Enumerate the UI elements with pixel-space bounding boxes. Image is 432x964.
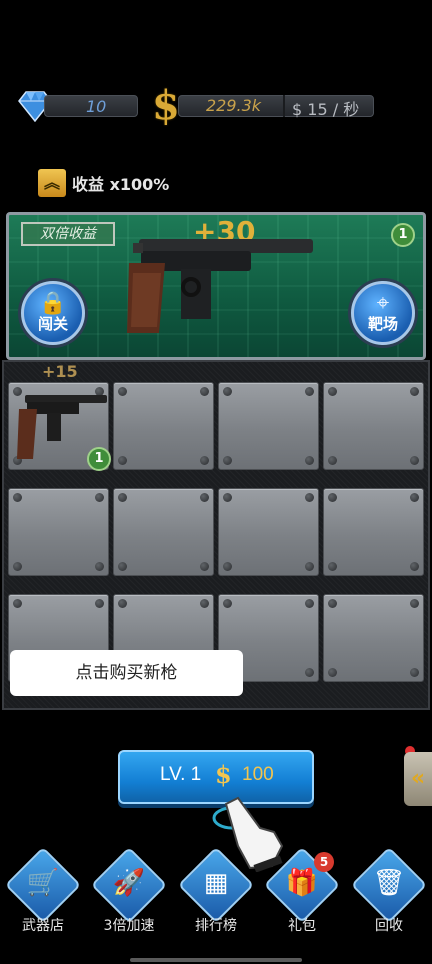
screw-icon — [223, 493, 232, 502]
screw-icon — [200, 387, 209, 396]
grid-slot-3[interactable] — [218, 382, 319, 470]
gun-level-badge: 1 — [87, 447, 111, 471]
trash-icon: 🗑 — [372, 868, 406, 898]
cart-icon: 🛒 — [26, 868, 60, 898]
leaderboard-icon: ▦ — [203, 868, 229, 898]
screw-icon — [410, 562, 419, 571]
nav-label: 礼包 — [288, 918, 316, 934]
divider — [283, 95, 285, 117]
rank-up-icon: ︽ — [38, 169, 66, 197]
side-menu-toggle[interactable]: « — [404, 752, 432, 806]
nav-leaderboard[interactable]: ▦ 排行榜 — [173, 846, 259, 942]
income-multiplier: ︽ 收益 x100% — [38, 168, 169, 198]
nav-gift-pack[interactable]: 🎁 5 礼包 — [259, 846, 345, 942]
screw-icon — [410, 668, 419, 677]
featured-gun-panel: 双倍收益 +30 1 🔒 闯关 ⌖ 靶场 — [6, 212, 426, 360]
stage-button-label: 闯关 — [37, 315, 68, 333]
screw-icon — [328, 456, 337, 465]
nav-weapon-shop[interactable]: 🛒 武器店 — [0, 846, 86, 942]
screw-icon — [200, 562, 209, 571]
bottom-navigation: 🛒 武器店 🚀 3倍加速 ▦ 排行榜 🎁 5 礼包 🗑 回收 — [0, 846, 432, 942]
grid-slot-5[interactable] — [8, 488, 109, 576]
home-indicator[interactable] — [130, 958, 302, 962]
screw-icon — [328, 493, 337, 502]
income-rate: $ 15 / 秒 — [292, 96, 359, 120]
tile-income-popup: +15 — [42, 362, 78, 381]
screw-icon — [328, 562, 337, 571]
screw-icon — [95, 562, 104, 571]
screw-icon — [305, 599, 314, 608]
buy-level: LV. 1 — [160, 764, 202, 785]
currency-bar: 10 $ 229.3k $ 15 / 秒 — [0, 86, 432, 126]
rate-value: 15 — [307, 100, 328, 119]
screw-icon — [223, 562, 232, 571]
screw-icon — [410, 493, 419, 502]
grid-slot-6[interactable] — [113, 488, 214, 576]
nav-label: 回收 — [375, 918, 403, 934]
nav-label: 3倍加速 — [103, 918, 155, 934]
screw-icon — [328, 599, 337, 608]
screw-icon — [118, 493, 127, 502]
grid-slot-2[interactable] — [113, 382, 214, 470]
screw-icon — [118, 456, 127, 465]
rate-unit: / 秒 — [332, 100, 360, 119]
gift-icon: 🎁 — [285, 868, 319, 898]
screw-icon — [410, 387, 419, 396]
screw-icon — [328, 387, 337, 396]
screw-icon — [118, 562, 127, 571]
grid-slot-7[interactable] — [218, 488, 319, 576]
screw-icon — [328, 668, 337, 677]
nav-label: 排行榜 — [195, 918, 237, 934]
screw-icon — [305, 387, 314, 396]
screw-icon — [95, 493, 104, 502]
screw-icon — [200, 456, 209, 465]
featured-level-badge: 1 — [391, 223, 415, 247]
nav-label: 武器店 — [22, 918, 64, 934]
grid-slot-12[interactable] — [323, 594, 424, 682]
income-label: 收益 x100% — [72, 175, 170, 194]
screw-icon — [223, 387, 232, 396]
cash-amount: 229.3k — [206, 96, 262, 115]
screw-icon — [305, 493, 314, 502]
rocket-icon: 🚀 — [112, 868, 146, 898]
screw-icon — [13, 562, 22, 571]
screw-icon — [305, 456, 314, 465]
range-button[interactable]: ⌖ 靶场 — [351, 281, 415, 345]
screw-icon — [223, 456, 232, 465]
gift-badge: 5 — [314, 852, 334, 872]
screw-icon — [13, 599, 22, 608]
double-income-button[interactable]: 双倍收益 — [21, 222, 115, 246]
gem-count: 10 — [86, 97, 107, 116]
screw-icon — [13, 493, 22, 502]
screw-icon — [118, 387, 127, 396]
screw-icon — [95, 599, 104, 608]
dollar-icon: $ — [152, 82, 180, 129]
screw-icon — [200, 493, 209, 502]
nav-recycle[interactable]: 🗑 回收 — [346, 846, 432, 942]
buy-cost: 100 — [242, 764, 274, 785]
screw-icon — [410, 456, 419, 465]
screw-icon — [410, 599, 419, 608]
range-button-label: 靶场 — [367, 315, 398, 333]
screw-icon — [118, 599, 127, 608]
screw-icon — [223, 599, 232, 608]
screw-icon — [305, 668, 314, 677]
stage-button[interactable]: 🔒 闯关 — [21, 281, 85, 345]
nav-speed-boost[interactable]: 🚀 3倍加速 — [86, 846, 172, 942]
screw-icon — [305, 562, 314, 571]
grid-slot-4[interactable] — [323, 382, 424, 470]
grid-slot-1[interactable]: 1 — [8, 382, 111, 471]
featured-pistol-icon — [127, 239, 313, 333]
rate-symbol: $ — [292, 100, 303, 119]
screw-icon — [200, 599, 209, 608]
grid-slot-8[interactable] — [323, 488, 424, 576]
tutorial-hint: 点击购买新枪 — [10, 650, 243, 696]
